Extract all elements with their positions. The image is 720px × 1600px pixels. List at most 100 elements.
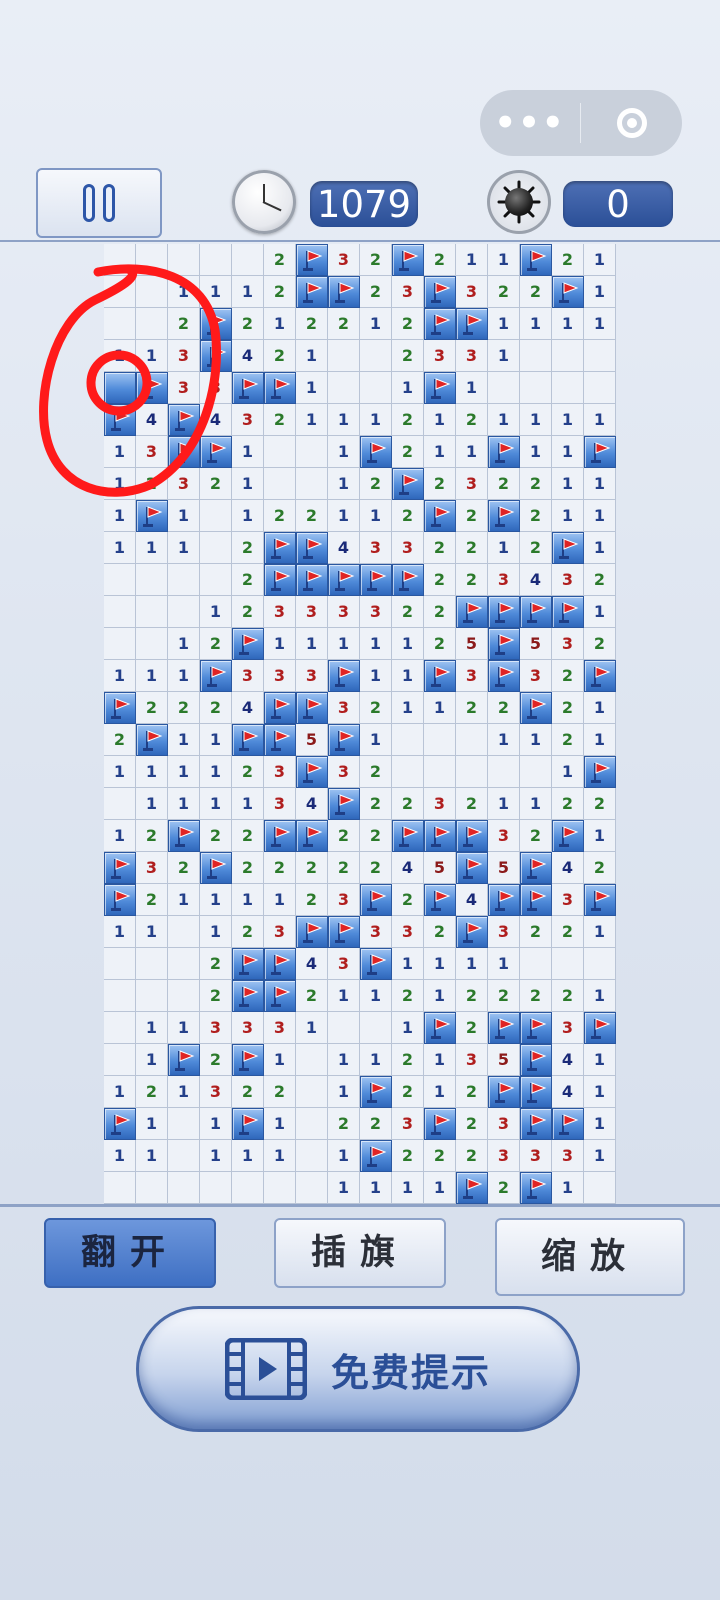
- flagged-cell[interactable]: [424, 500, 456, 532]
- number-cell[interactable]: 2: [168, 692, 200, 724]
- number-cell[interactable]: 1: [200, 884, 232, 916]
- empty-cell[interactable]: [104, 308, 136, 340]
- number-cell[interactable]: 1: [104, 1076, 136, 1108]
- flagged-cell[interactable]: [520, 1108, 552, 1140]
- number-cell[interactable]: 2: [200, 1044, 232, 1076]
- number-cell[interactable]: 1: [264, 308, 296, 340]
- empty-cell[interactable]: [552, 340, 584, 372]
- empty-cell[interactable]: [552, 372, 584, 404]
- number-cell[interactable]: 3: [456, 660, 488, 692]
- number-cell[interactable]: 3: [136, 436, 168, 468]
- number-cell[interactable]: 2: [552, 916, 584, 948]
- flagged-cell[interactable]: [296, 532, 328, 564]
- number-cell[interactable]: 2: [232, 596, 264, 628]
- flagged-cell[interactable]: [296, 756, 328, 788]
- empty-cell[interactable]: [584, 372, 616, 404]
- number-cell[interactable]: 2: [424, 468, 456, 500]
- flagged-cell[interactable]: [392, 244, 424, 276]
- number-cell[interactable]: 1: [232, 884, 264, 916]
- empty-cell[interactable]: [520, 756, 552, 788]
- empty-cell[interactable]: [104, 980, 136, 1012]
- flagged-cell[interactable]: [168, 404, 200, 436]
- number-cell[interactable]: 1: [296, 372, 328, 404]
- number-cell[interactable]: 3: [552, 1140, 584, 1172]
- number-cell[interactable]: 1: [424, 436, 456, 468]
- number-cell[interactable]: 3: [168, 372, 200, 404]
- number-cell[interactable]: 2: [456, 1108, 488, 1140]
- number-cell[interactable]: 3: [264, 916, 296, 948]
- number-cell[interactable]: 3: [360, 532, 392, 564]
- number-cell[interactable]: 2: [456, 500, 488, 532]
- number-cell[interactable]: 2: [456, 564, 488, 596]
- empty-cell[interactable]: [136, 980, 168, 1012]
- empty-cell[interactable]: [424, 724, 456, 756]
- number-cell[interactable]: 2: [200, 948, 232, 980]
- number-cell[interactable]: 1: [520, 724, 552, 756]
- number-cell[interactable]: 5: [520, 628, 552, 660]
- number-cell[interactable]: 2: [392, 340, 424, 372]
- empty-cell[interactable]: [456, 724, 488, 756]
- number-cell[interactable]: 4: [232, 692, 264, 724]
- number-cell[interactable]: 5: [488, 852, 520, 884]
- empty-cell[interactable]: [328, 340, 360, 372]
- flagged-cell[interactable]: [552, 276, 584, 308]
- flagged-cell[interactable]: [584, 436, 616, 468]
- empty-cell[interactable]: [296, 1076, 328, 1108]
- number-cell[interactable]: 1: [520, 404, 552, 436]
- empty-cell[interactable]: [200, 244, 232, 276]
- number-cell[interactable]: 3: [264, 596, 296, 628]
- number-cell[interactable]: 2: [360, 468, 392, 500]
- flagged-cell[interactable]: [296, 916, 328, 948]
- empty-cell[interactable]: [104, 1172, 136, 1204]
- number-cell[interactable]: 1: [520, 436, 552, 468]
- number-cell[interactable]: 3: [264, 788, 296, 820]
- number-cell[interactable]: 1: [136, 1012, 168, 1044]
- number-cell[interactable]: 2: [200, 692, 232, 724]
- empty-cell[interactable]: [424, 756, 456, 788]
- flagged-cell[interactable]: [392, 564, 424, 596]
- flagged-cell[interactable]: [424, 884, 456, 916]
- flagged-cell[interactable]: [520, 884, 552, 916]
- number-cell[interactable]: 1: [584, 1044, 616, 1076]
- number-cell[interactable]: 1: [584, 820, 616, 852]
- number-cell[interactable]: 1: [424, 404, 456, 436]
- flagged-cell[interactable]: [552, 820, 584, 852]
- flagged-cell[interactable]: [328, 916, 360, 948]
- empty-cell[interactable]: [360, 372, 392, 404]
- zoom-button[interactable]: 缩放: [495, 1218, 685, 1296]
- number-cell[interactable]: 2: [424, 916, 456, 948]
- number-cell[interactable]: 1: [328, 1076, 360, 1108]
- number-cell[interactable]: 1: [360, 308, 392, 340]
- number-cell[interactable]: 3: [424, 788, 456, 820]
- number-cell[interactable]: 3: [328, 884, 360, 916]
- number-cell[interactable]: 2: [520, 916, 552, 948]
- number-cell[interactable]: 1: [424, 948, 456, 980]
- number-cell[interactable]: 1: [264, 1108, 296, 1140]
- number-cell[interactable]: 1: [584, 532, 616, 564]
- number-cell[interactable]: 1: [264, 1044, 296, 1076]
- reveal-mode-button[interactable]: 翻开: [44, 1218, 216, 1288]
- number-cell[interactable]: 2: [584, 628, 616, 660]
- flagged-cell[interactable]: [136, 724, 168, 756]
- number-cell[interactable]: 2: [200, 820, 232, 852]
- flagged-cell[interactable]: [360, 1140, 392, 1172]
- number-cell[interactable]: 1: [552, 1172, 584, 1204]
- number-cell[interactable]: 1: [392, 372, 424, 404]
- number-cell[interactable]: 2: [552, 244, 584, 276]
- empty-cell[interactable]: [296, 1172, 328, 1204]
- flagged-cell[interactable]: [424, 660, 456, 692]
- flagged-cell[interactable]: [328, 660, 360, 692]
- flagged-cell[interactable]: [424, 1012, 456, 1044]
- number-cell[interactable]: 2: [200, 468, 232, 500]
- flagged-cell[interactable]: [200, 308, 232, 340]
- number-cell[interactable]: 2: [488, 468, 520, 500]
- number-cell[interactable]: 1: [584, 1108, 616, 1140]
- flagged-cell[interactable]: [456, 852, 488, 884]
- flagged-cell[interactable]: [232, 980, 264, 1012]
- empty-cell[interactable]: [104, 628, 136, 660]
- number-cell[interactable]: 1: [392, 1172, 424, 1204]
- minesweeper-board[interactable]: 2322112111122332212212212111111342123313…: [104, 244, 616, 1204]
- number-cell[interactable]: 3: [200, 1012, 232, 1044]
- flagged-cell[interactable]: [520, 1012, 552, 1044]
- flagged-cell[interactable]: [488, 500, 520, 532]
